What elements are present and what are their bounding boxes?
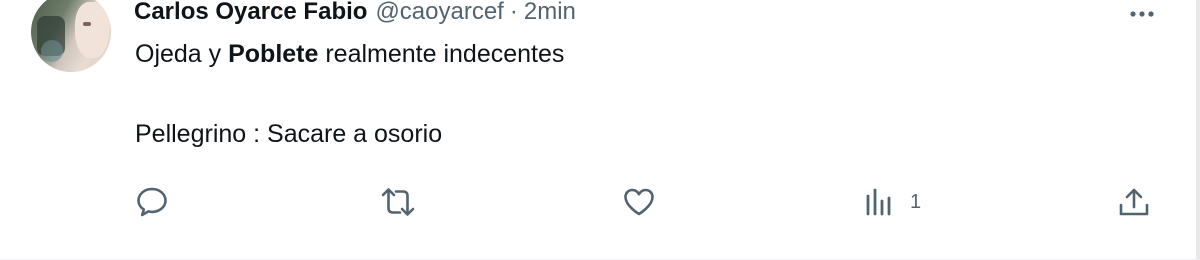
views-icon bbox=[864, 186, 896, 218]
more-options-button[interactable] bbox=[1126, 4, 1158, 24]
text-segment: Ojeda y bbox=[135, 40, 229, 68]
timestamp[interactable]: 2min bbox=[524, 0, 576, 26]
tweet-text-line-1: Ojeda y Poblete realmente indecentes bbox=[135, 40, 564, 69]
tweet-header: Carlos Oyarce Fabio @caoyarcef · 2min bbox=[134, 0, 576, 28]
views-count: 1 bbox=[910, 190, 922, 213]
share-icon bbox=[1117, 186, 1151, 218]
reply-icon bbox=[135, 186, 169, 218]
header-separator: · bbox=[509, 0, 518, 25]
tweet-text-line-2: Pellegrino : Sacare a osorio bbox=[135, 120, 443, 148]
reply-button[interactable] bbox=[135, 186, 169, 218]
tweet[interactable]: Carlos Oyarce Fabio @caoyarcef · 2min Oj… bbox=[0, 0, 1200, 260]
more-icon bbox=[1129, 10, 1155, 18]
text-segment-bold: Poblete bbox=[228, 40, 319, 68]
retweet-icon bbox=[380, 186, 416, 218]
like-button[interactable] bbox=[622, 186, 656, 218]
author-name[interactable]: Carlos Oyarce Fabio bbox=[134, 0, 367, 26]
like-icon bbox=[622, 186, 656, 218]
retweet-button[interactable] bbox=[380, 186, 416, 218]
share-button[interactable] bbox=[1117, 186, 1151, 218]
avatar[interactable] bbox=[31, 0, 111, 72]
text-segment: realmente indecentes bbox=[318, 40, 565, 68]
author-handle[interactable]: @caoyarcef bbox=[375, 0, 503, 26]
views-button[interactable]: 1 bbox=[864, 186, 921, 218]
